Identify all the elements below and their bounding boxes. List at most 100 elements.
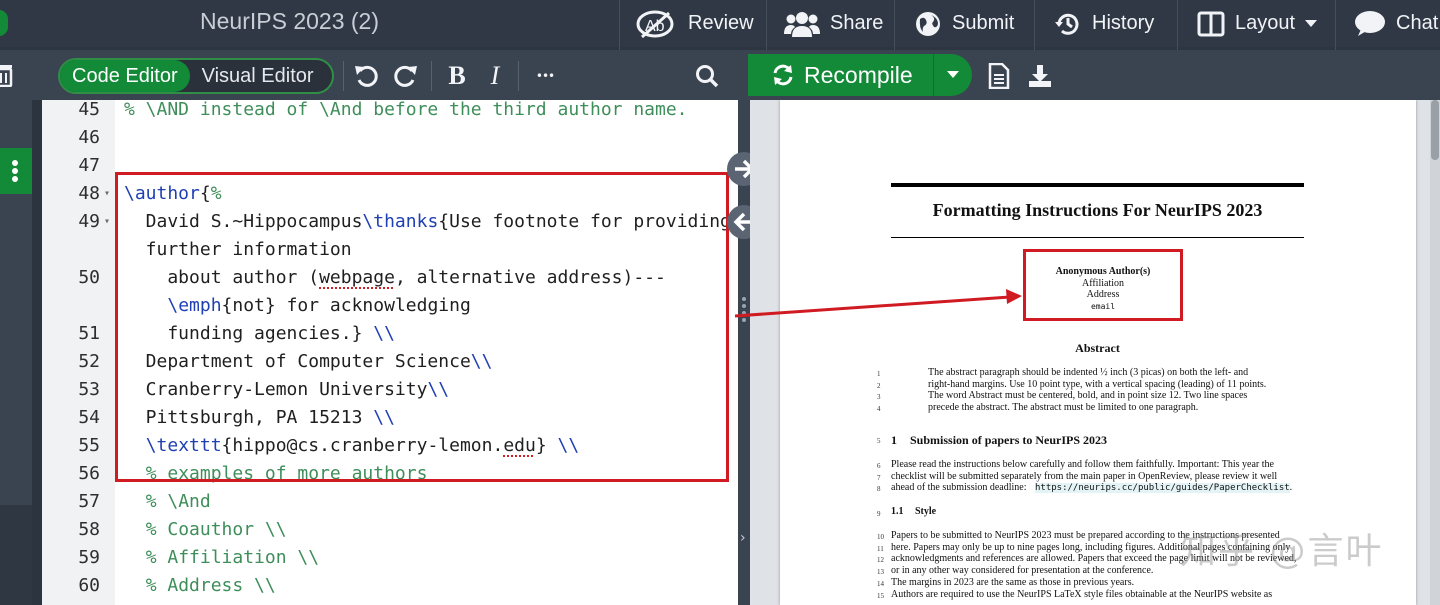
recompile-options-dropdown[interactable] [934,71,972,79]
line-number: 50 [78,267,100,288]
download-icon [1029,65,1051,87]
review-label: Review [688,12,754,34]
redo-button[interactable] [390,60,420,92]
more-options-button[interactable]: ••• [530,60,560,92]
code-line[interactable]: 58 % Coauthor \\ [42,516,738,544]
document-icon [988,63,1010,89]
checklist-link[interactable]: https://neurips.cc/public/guides/PaperCh… [1035,483,1290,493]
code-line[interactable]: 56 % examples of more authors [42,460,738,488]
code-line[interactable]: 47 [42,152,738,180]
paper-text-line: precede the abstract. The abstract must … [928,401,1199,413]
code-text: % \AND instead of \And before the third … [124,100,688,120]
line-number: 58 [78,519,100,540]
code-text: % examples of more authors [145,463,428,484]
paper-text-line: Please read the instructions below caref… [891,459,1274,470]
share-button[interactable]: Share [770,0,897,47]
layout-button[interactable]: Layout [1183,0,1331,47]
fold-toggle-icon[interactable]: ▾ [104,208,110,236]
pdf-scroll-thumb[interactable] [1431,100,1439,160]
chat-button[interactable]: Chat [1340,0,1440,47]
paper-title: Formatting Instructions For NeurIPS 2023 [932,200,1263,220]
share-users-icon [784,11,820,37]
line-number: 56 [78,463,100,484]
code-line[interactable]: 55 \texttt{hippo@cs.cranberry-lemon.edu}… [42,432,738,460]
code-line[interactable]: 45 % \AND instead of \And before the thir… [42,100,738,124]
code-text: David S.~Hippocampus\thanks{Use footnote… [124,211,731,232]
code-text: funding agencies.} \\ [124,323,395,344]
code-text: \emph{not} for acknowledging [167,295,471,316]
code-text: % \And [145,491,211,512]
left-rail: ‹ [0,100,39,605]
refresh-icon [773,64,793,86]
code-line[interactable]: 46 [42,124,738,152]
code-editor-toggle[interactable]: Code Editor [60,60,190,92]
code-line[interactable]: 59 % Affiliation \\ [42,544,738,572]
code-line[interactable]: 60 % Address \\ [42,572,738,600]
undo-icon [355,65,378,87]
search-icon [696,65,719,88]
line-number: 53 [78,379,100,400]
title-rule-top [891,183,1304,187]
line-number: 15 [877,591,884,600]
menu-button[interactable] [0,10,8,36]
vertical-dots-icon [12,160,18,182]
code-text: % Affiliation \\ [145,547,320,568]
abstract-heading: Abstract [1075,341,1120,355]
section-number: 1 [891,433,897,447]
paper-text-line: ahead of the submission deadline: [891,482,1027,493]
code-line[interactable]: 51 funding agencies.} \\ [42,320,738,348]
review-button[interactable]: Ab Review [622,0,768,47]
paper-text-line: Authors are required to use the NeurIPS … [891,588,1273,600]
code-line[interactable]: 53 Cranberry-Lemon University\\ [42,376,738,404]
history-label: History [1092,12,1155,34]
code-line[interactable]: 49 ▾ David S.~Hippocampus\thanks{Use foot… [42,208,738,236]
line-number: 55 [78,435,100,456]
code-line[interactable]: 48 ▾ \author{% [42,180,738,208]
line-number: 46 [78,127,100,148]
line-number: 48 [78,183,100,204]
history-button[interactable]: History [1040,0,1168,47]
line-number: 45 [78,100,100,120]
bold-button[interactable]: B [442,60,472,92]
trash-icon[interactable] [0,63,14,91]
line-number: 13 [877,568,884,577]
line-number: 47 [78,155,100,176]
code-line[interactable]: \emph{not} for acknowledging [42,292,738,320]
code-text: Pittsburgh, PA 15213 \\ [124,407,395,428]
resize-handle-icon[interactable] [741,296,747,326]
watermark: 知乎 @言叶 [1180,531,1384,572]
download-pdf-button[interactable] [1025,60,1055,92]
view-logs-button[interactable] [984,60,1014,92]
visual-editor-toggle[interactable]: Visual Editor [190,60,326,92]
pdf-scrollbar[interactable] [1430,100,1440,605]
file-tree-toggle[interactable] [0,148,32,194]
globe-icon [916,11,940,36]
code-editor[interactable]: 45 % \AND instead of \And before the thir… [42,100,738,605]
undo-button[interactable] [352,60,382,92]
code-line[interactable]: 54 Pittsburgh, PA 15213 \\ [42,404,738,432]
paper-text-line: The word Abstract must be centered, bold… [928,390,1248,401]
recompile-button[interactable]: Recompile [748,54,934,96]
search-button[interactable] [692,60,722,92]
paper-text-line: right-hand margins. Use 10 point type, w… [928,378,1267,390]
submit-button[interactable]: Submit [900,0,1028,47]
code-line[interactable]: 50 about author (webpage, alternative ad… [42,264,738,292]
paper-text-line: The abstract paragraph should be indente… [928,367,1249,378]
subsection-title: Style [915,506,937,517]
author-email: email [1090,301,1116,311]
line-number: 8 [877,485,881,493]
code-line[interactable]: 52 Department of Computer Science\\ [42,348,738,376]
code-line[interactable]: 57 % \And [42,488,738,516]
code-line[interactable]: further information [42,236,738,264]
italic-button[interactable]: I [480,60,510,92]
line-number: 59 [78,547,100,568]
author-name: Anonymous Author(s) [1055,266,1151,277]
collapse-right-icon[interactable]: › [740,530,746,546]
author-box: Anonymous Author(s) Affiliation Address … [1023,249,1183,321]
editor-mode-switch: Code Editor Visual Editor [58,58,334,94]
share-label: Share [830,12,884,34]
chevron-down-icon [1305,19,1318,27]
fold-toggle-icon[interactable]: ▾ [104,180,110,208]
line-number: 49 [78,211,100,232]
line-number: 6 [877,462,881,470]
